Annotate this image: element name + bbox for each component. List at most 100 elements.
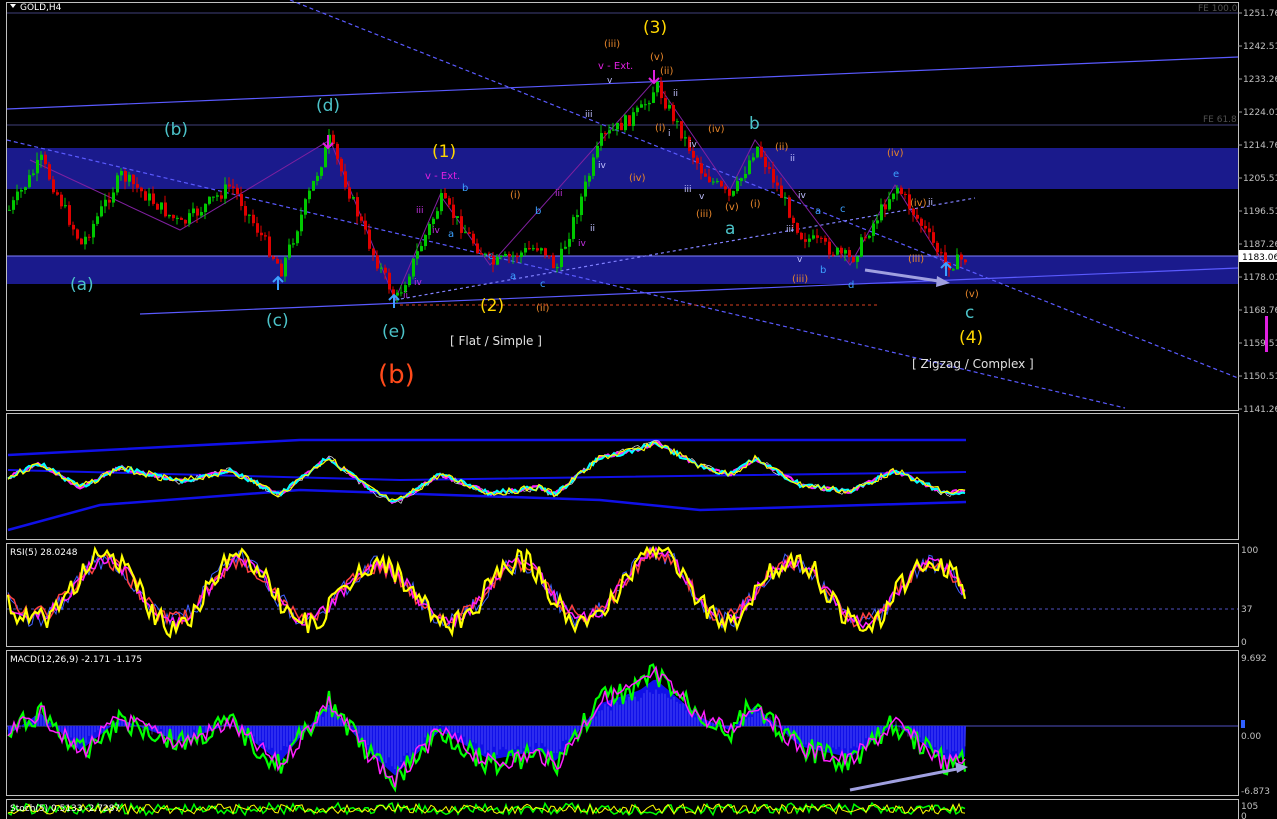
candle-body bbox=[684, 137, 687, 139]
candle-body bbox=[408, 276, 411, 286]
candle-body bbox=[152, 193, 155, 204]
candle-body bbox=[708, 176, 711, 183]
candle-body bbox=[88, 236, 91, 238]
candle-body bbox=[604, 133, 607, 135]
svg-text:ii: ii bbox=[403, 291, 408, 301]
candle-body bbox=[752, 157, 755, 161]
candle-body bbox=[136, 184, 139, 188]
candle-body bbox=[372, 248, 375, 256]
candle-body bbox=[564, 246, 567, 249]
price-tick-label: 1187.26 bbox=[1243, 240, 1277, 250]
candle-body bbox=[552, 255, 555, 269]
candle-body bbox=[64, 205, 67, 207]
candle-body bbox=[424, 235, 427, 247]
svg-text:a: a bbox=[815, 206, 821, 217]
svg-text:iv: iv bbox=[798, 191, 807, 201]
candle-body bbox=[788, 197, 791, 218]
svg-text:ii: ii bbox=[590, 224, 595, 234]
candle-body bbox=[100, 206, 103, 217]
candle-body bbox=[724, 186, 727, 190]
candle-body bbox=[668, 105, 671, 109]
candle-body bbox=[740, 178, 743, 182]
candle-body bbox=[692, 150, 695, 158]
candle-body bbox=[300, 214, 303, 232]
candle-body bbox=[244, 206, 247, 216]
candle-body bbox=[304, 199, 307, 215]
candle-body bbox=[380, 267, 383, 269]
candle-body bbox=[320, 167, 323, 176]
candle-body bbox=[840, 247, 843, 254]
chart-canvas: (a) (b) (c) (d) (e) (b) (1) (2) (3) (4) … bbox=[6, 0, 1277, 819]
candle-body bbox=[484, 253, 487, 255]
candle-body bbox=[220, 195, 223, 199]
candle-body bbox=[260, 232, 263, 236]
svg-text:c: c bbox=[540, 279, 546, 290]
candle-body bbox=[748, 160, 751, 174]
candle-body bbox=[340, 158, 343, 172]
candle-body bbox=[348, 187, 351, 199]
candle-body bbox=[824, 238, 827, 242]
svg-text:a: a bbox=[510, 271, 516, 282]
candle-body bbox=[468, 232, 471, 234]
candle-body bbox=[784, 197, 787, 199]
candle-body bbox=[536, 248, 539, 251]
candle-body bbox=[512, 255, 515, 257]
candle-body bbox=[232, 186, 235, 188]
candle-body bbox=[608, 130, 611, 134]
candle-body bbox=[388, 272, 391, 290]
candle-body bbox=[96, 216, 99, 224]
candle-body bbox=[128, 174, 131, 182]
svg-text:iii: iii bbox=[416, 206, 424, 216]
candle-body bbox=[212, 196, 215, 198]
title-chevron-icon[interactable] bbox=[10, 4, 16, 8]
candle-body bbox=[268, 236, 271, 257]
candle-body bbox=[16, 191, 19, 201]
envelope-lower-band bbox=[7, 488, 967, 532]
candle-body bbox=[360, 216, 363, 221]
candle-body bbox=[652, 92, 655, 103]
candle-body bbox=[636, 107, 639, 113]
candle-body bbox=[480, 253, 483, 255]
candle-body bbox=[276, 258, 279, 264]
svg-text:ii: ii bbox=[928, 198, 933, 208]
svg-text:iii: iii bbox=[555, 189, 563, 199]
macd-histogram bbox=[7, 663, 967, 793]
price-tick-label: 1196.51 bbox=[1243, 207, 1277, 217]
candle-body bbox=[892, 193, 895, 200]
candle-body bbox=[464, 232, 467, 234]
svg-text:ii: ii bbox=[790, 154, 795, 164]
candle-body bbox=[140, 187, 143, 192]
candle-body bbox=[932, 232, 935, 243]
svg-text:(v): (v) bbox=[965, 289, 979, 300]
svg-text:v: v bbox=[797, 255, 803, 265]
candle-body bbox=[676, 121, 679, 123]
candle-body bbox=[736, 181, 739, 192]
candle-body bbox=[312, 180, 315, 191]
candle-body bbox=[344, 171, 347, 188]
candle-body bbox=[120, 171, 123, 176]
candle-body bbox=[644, 104, 647, 106]
candle-body bbox=[628, 115, 631, 126]
envelope-oscillator bbox=[7, 438, 967, 532]
candle-body bbox=[444, 193, 447, 199]
rsi-title: RSI(5) 28.0248 bbox=[10, 548, 78, 558]
stoch-title: Stoch(5) 0.5133 -2.7287 bbox=[10, 804, 120, 814]
candle-body bbox=[776, 182, 779, 186]
candle-body bbox=[48, 164, 51, 180]
candle-body bbox=[92, 223, 95, 238]
candle-body bbox=[880, 204, 883, 221]
candle-body bbox=[76, 229, 79, 239]
candle-body bbox=[148, 193, 151, 201]
candle-body bbox=[180, 217, 183, 220]
rsi-lines bbox=[6, 545, 967, 639]
svg-text:(iv): (iv) bbox=[910, 198, 927, 209]
price-tick-label: 1159.51 bbox=[1243, 339, 1277, 349]
candle-body bbox=[576, 215, 579, 218]
candle-body bbox=[860, 237, 863, 257]
svg-text:(iv): (iv) bbox=[708, 124, 725, 135]
candle-body bbox=[916, 214, 919, 219]
candle-body bbox=[540, 248, 543, 251]
candle-body bbox=[356, 197, 359, 217]
candle-body bbox=[296, 231, 299, 244]
candle-body bbox=[528, 247, 531, 250]
